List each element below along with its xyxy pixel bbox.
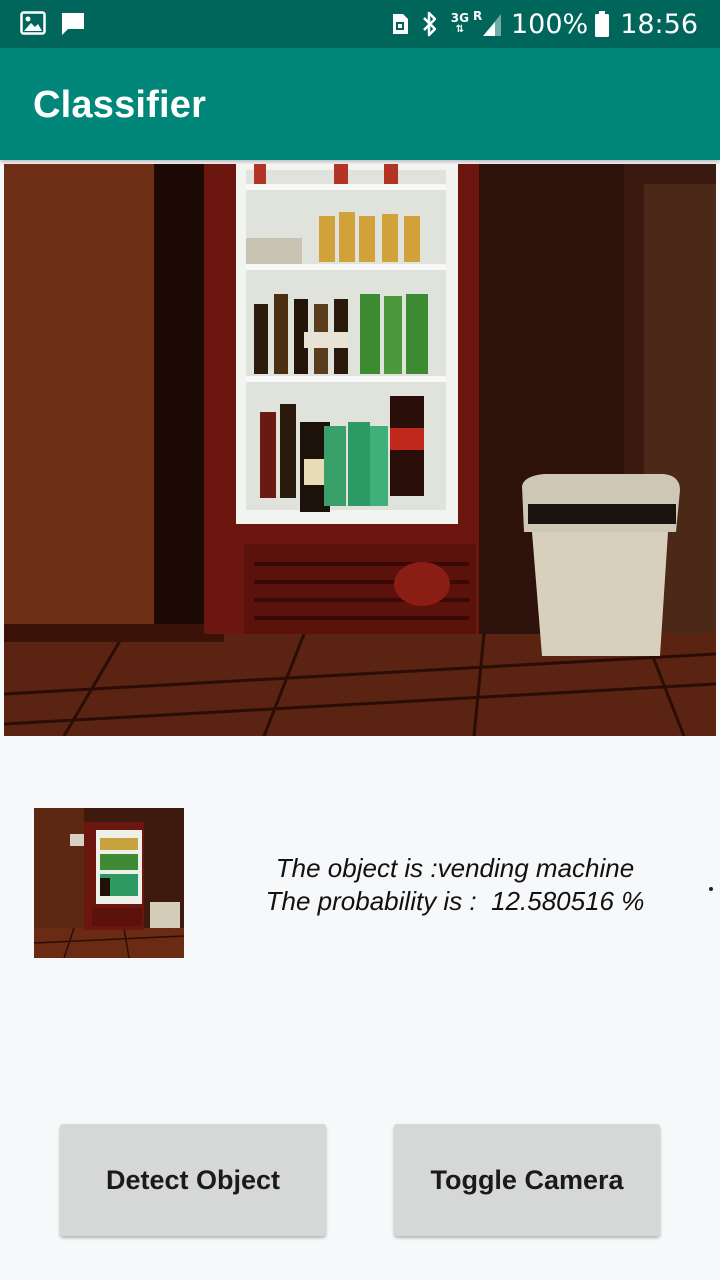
status-bar-notifications xyxy=(20,11,86,37)
object-label-text: The object is :vending machine xyxy=(275,853,635,883)
app-bar: Classifier xyxy=(0,48,720,160)
camera-scene xyxy=(4,164,716,736)
network-3g-icon: 3G ⇅ xyxy=(451,12,469,36)
bluetooth-icon xyxy=(422,11,437,37)
signal-icon: R xyxy=(473,10,503,38)
status-bar: 3G ⇅ R 100% 18:56 xyxy=(0,0,720,48)
toggle-camera-button[interactable]: Toggle Camera xyxy=(394,1124,660,1236)
sim-icon xyxy=(392,14,408,34)
battery-icon xyxy=(595,11,610,37)
app-title: Classifier xyxy=(33,84,207,126)
thumbnail-image xyxy=(34,808,184,958)
overflow-dot xyxy=(709,887,713,891)
message-icon xyxy=(62,13,84,35)
network-type-label: 3G xyxy=(450,11,469,25)
network-arrows: ⇅ xyxy=(455,24,465,35)
status-bar-system: 3G ⇅ R 100% 18:56 xyxy=(391,0,698,48)
camera-preview[interactable] xyxy=(4,164,716,736)
classification-result: The object is :vending machine The proba… xyxy=(200,852,710,918)
probability-text: The probability is : 12.580516 % xyxy=(265,886,645,916)
captured-thumbnail xyxy=(34,808,184,958)
battery-percent: 100% xyxy=(510,8,589,40)
detect-object-button[interactable]: Detect Object xyxy=(60,1124,326,1236)
clock: 18:56 xyxy=(620,8,698,40)
image-icon xyxy=(20,11,46,35)
